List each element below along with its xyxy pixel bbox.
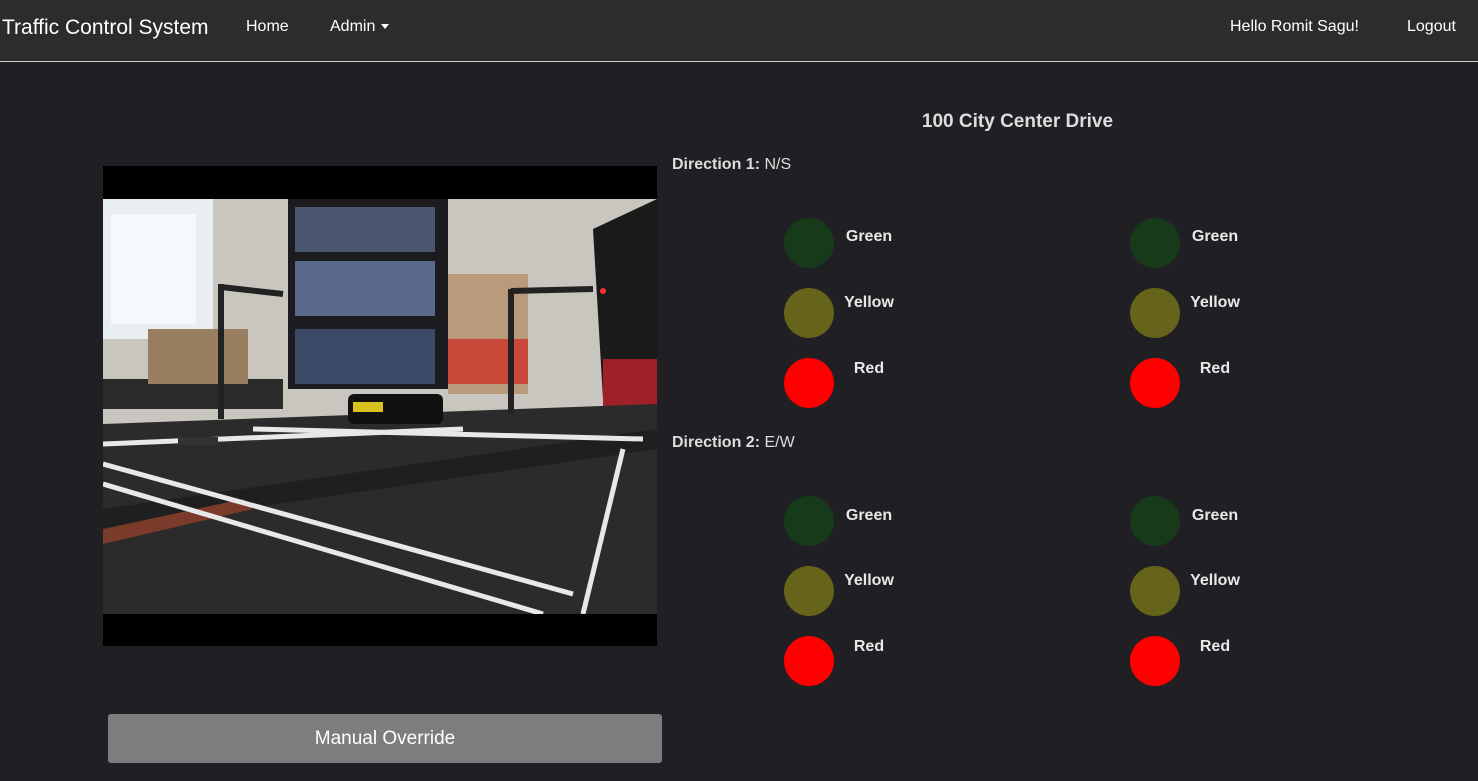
camera-feed: [103, 166, 657, 646]
direction-2-title: Direction 2:: [672, 434, 761, 451]
nav-home-link[interactable]: Home: [246, 18, 289, 36]
nav-admin-dropdown[interactable]: Admin: [330, 18, 390, 36]
logout-link[interactable]: Logout: [1407, 18, 1456, 36]
d1-a-green-label: Green: [845, 228, 893, 245]
direction-1-label: Direction 1: N/S: [672, 156, 791, 174]
location-title: 100 City Center Drive: [921, 111, 1114, 132]
direction-1-title: Direction 1:: [672, 156, 761, 173]
direction-2-value: E/W: [764, 434, 795, 451]
camera-image: [103, 199, 657, 614]
d1-a-yellow-label: Yellow: [844, 294, 894, 311]
user-greeting: Hello Romit Sagu!: [1230, 18, 1359, 35]
d1-a-red-label: Red: [853, 360, 885, 377]
nav-admin-label: Admin: [330, 18, 376, 35]
d1-b-yellow-label: Yellow: [1190, 294, 1240, 311]
chevron-down-icon: [381, 24, 390, 30]
d2-b-red-label: Red: [1199, 638, 1231, 655]
direction-2-label: Direction 2: E/W: [672, 434, 795, 452]
d2-b-green-label: Green: [1191, 507, 1239, 524]
d1-b-red-label: Red: [1199, 360, 1231, 377]
manual-override-button[interactable]: Manual Override: [108, 714, 662, 763]
d2-b-yellow-label: Yellow: [1190, 572, 1240, 589]
direction-1-value: N/S: [764, 156, 792, 173]
brand-title[interactable]: Traffic Control System: [2, 16, 209, 40]
navbar: Traffic Control System Home Admin Hello …: [0, 0, 1478, 62]
d2-a-yellow-label: Yellow: [844, 572, 894, 589]
d2-a-red-label: Red: [853, 638, 885, 655]
d1-b-green-label: Green: [1191, 228, 1239, 245]
d2-a-green-label: Green: [845, 507, 893, 524]
